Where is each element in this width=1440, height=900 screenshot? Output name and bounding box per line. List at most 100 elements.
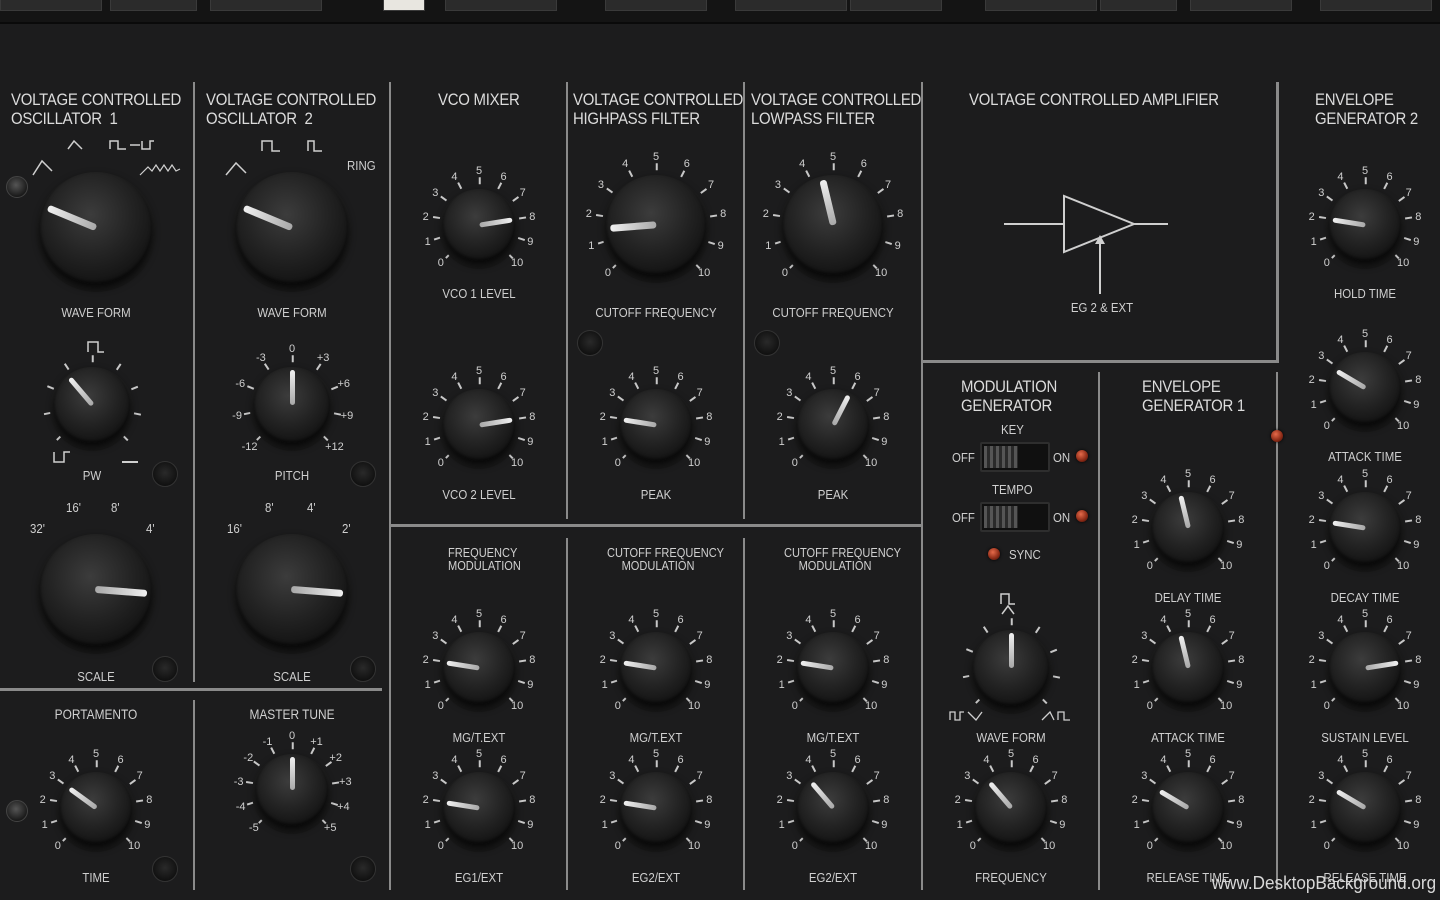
dial-number: 5 [652,748,660,760]
divider [921,82,923,890]
dial-number: 0 [604,267,611,280]
dial-tick [851,765,856,773]
dial-number: 6 [117,753,124,766]
dial-number: 4 [983,753,990,766]
dial-number: 5 [1007,748,1015,760]
toolbar-button[interactable] [1100,0,1177,11]
toolbar-button[interactable] [605,0,707,11]
synth-panel: VOLTAGE CONTROLLED OSCILLATOR 1 VOLTAGE … [0,0,1440,900]
tempo-switch-thumb[interactable] [984,506,1018,528]
dial-number: 0 [614,457,621,470]
dial-number: 0 [791,457,798,470]
toolbar-button[interactable] [210,0,322,11]
knob-pointer[interactable] [1008,633,1014,668]
dial-number: 0 [781,267,788,280]
toolbar-button[interactable] [0,0,102,11]
knob-cap[interactable] [40,172,152,284]
dial-number: 6 [1209,753,1216,766]
mg-waveform-label: WAVE FORM [976,730,1046,745]
dial-tick [865,396,873,402]
dial-number: 4 [68,753,75,766]
toolbar-button[interactable] [110,0,197,11]
key-led [1076,450,1088,462]
dial-number: 4 [1337,473,1344,486]
divider [566,538,568,890]
dial-tick [851,382,856,390]
key-switch-thumb[interactable] [984,446,1018,468]
key-on-label: ON [1053,450,1071,465]
dial-number: 5 [1361,468,1369,480]
dial-number: 9 [1413,538,1420,551]
dial-tick [1318,659,1326,663]
master-tune-jack[interactable] [350,856,376,882]
dial-number: 3 [1318,770,1325,783]
toolbar-button[interactable] [1190,0,1292,11]
tempo-on-label: ON [1053,510,1071,525]
knob-cap[interactable] [236,172,348,284]
dial-number: 7 [1051,770,1058,783]
dial-number: 5 [1184,608,1192,620]
vco2-scale-jack[interactable] [350,656,376,682]
toolbar-button[interactable] [445,0,557,11]
dial-number: 2 [422,653,429,666]
eg2-sustain-label: SUSTAIN LEVEL [1321,730,1409,745]
dial-number: 4 [451,753,458,766]
dial-tick [497,625,502,633]
dial-tick [1228,519,1236,523]
dial-tick [1220,499,1228,505]
vco1-pw-jack[interactable] [152,461,178,487]
dial-tick [1051,799,1059,803]
lpf-jack[interactable] [754,330,780,356]
tempo-switch[interactable] [980,502,1050,532]
dial-tick [972,779,980,785]
vco1-scale-jack[interactable] [152,656,178,682]
dial-number: 9 [527,818,534,831]
dial-number: 8 [1415,793,1422,806]
dial-number: 1 [1310,235,1317,248]
dial-number: 8 [529,793,536,806]
dial-number: 7 [1405,630,1412,643]
dial-number: 9 [1236,538,1243,551]
dial-tick [1403,679,1411,684]
dial-tick [478,620,481,628]
sync-led [988,548,1000,560]
dial-number: -1 [262,735,273,748]
dial-tick [1397,196,1405,202]
toolbar-button[interactable] [735,0,847,11]
dial-number: 0 [614,700,621,713]
dial-tick [57,779,65,785]
dial-number: 7 [873,770,880,783]
dial-number: 2 [1131,793,1138,806]
dial-number: 9 [1236,818,1243,831]
vco2-pitch-jack[interactable] [350,461,376,487]
dial-tick [1149,499,1157,505]
dial-number: 3 [1318,350,1325,363]
dial-tick [885,241,893,245]
dial-number: 3 [786,630,793,643]
dial-number: +5 [323,822,337,835]
toolbar-button[interactable] [1320,0,1432,11]
key-switch[interactable] [980,442,1050,472]
dial-number: 7 [1228,770,1235,783]
dial-number: 10 [128,840,141,853]
dial-tick [440,396,448,402]
dial-tick [674,765,679,773]
toolbar-button[interactable] [850,0,942,11]
dial-tick [1226,539,1234,544]
knob-pointer[interactable] [289,370,295,405]
dial-tick [432,416,440,420]
dial-number: 8 [897,208,904,221]
hpf-jack[interactable] [577,330,603,356]
dial-number: 5 [92,748,100,760]
toolbar-button[interactable] [985,0,1097,11]
dial-number: 3 [432,187,439,200]
knob-pointer[interactable] [289,756,295,790]
dial-tick [1049,819,1057,824]
toolbar-button[interactable] [383,0,425,11]
portamento-jack[interactable] [152,856,178,882]
dial-number: 4 [628,370,635,383]
dial-number: 0 [288,343,296,355]
dial-number: 9 [1413,235,1420,248]
dial-number: 8 [706,410,713,423]
dial-number: 7 [1405,770,1412,783]
